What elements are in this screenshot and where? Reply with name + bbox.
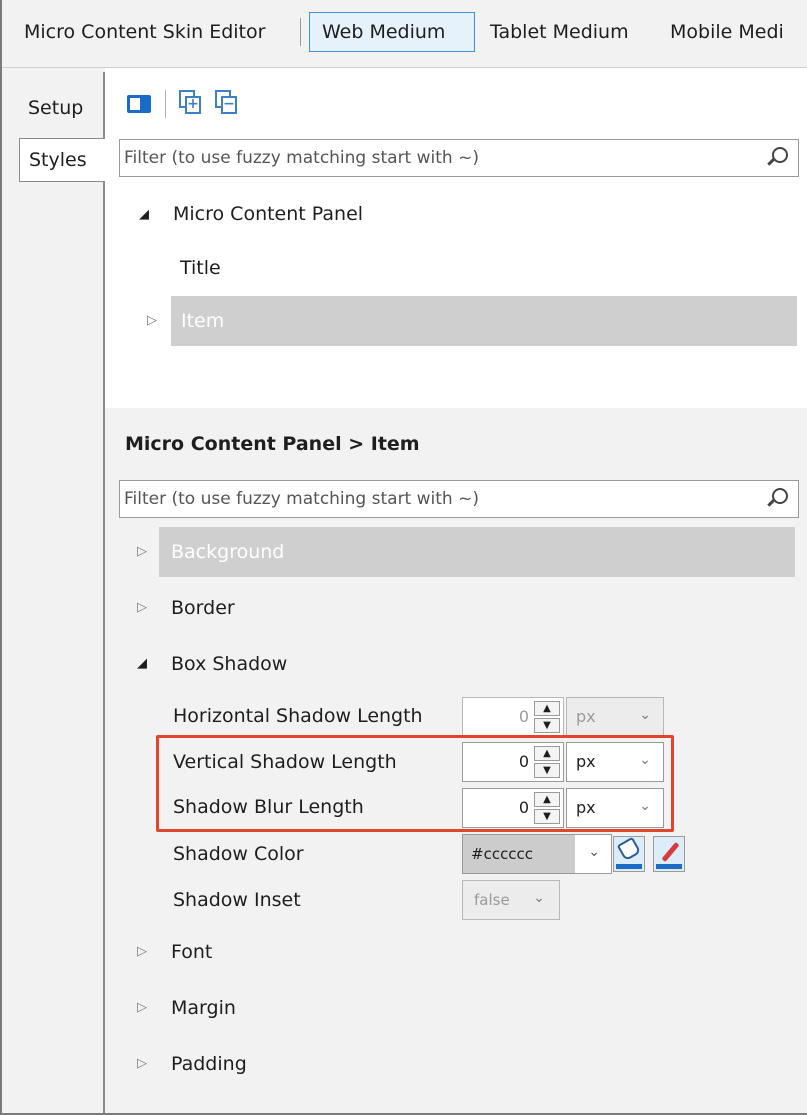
properties-filter-input[interactable] (124, 481, 744, 517)
tab-skin-editor[interactable]: Micro Content Skin Editor (24, 12, 265, 52)
tree-node-title[interactable]: Title (180, 244, 221, 292)
properties-heading: Micro Content Panel > Item (125, 433, 420, 455)
spin-up-icon[interactable]: ▲ (534, 701, 560, 716)
color-picker-button[interactable] (653, 836, 685, 872)
expand-all-icon[interactable]: + (177, 88, 205, 116)
shadow-blur-length-spinner[interactable]: ▲ ▼ (534, 792, 560, 824)
vertical-shadow-length-spinner[interactable]: ▲ ▼ (534, 746, 560, 778)
vertical-shadow-length-label: Vertical Shadow Length (173, 751, 397, 773)
chevron-down-icon: ⌄ (639, 707, 651, 723)
search-icon[interactable] (766, 488, 788, 510)
shadow-blur-length-unit-select[interactable]: px ⌄ (566, 788, 664, 828)
tab-separator (300, 18, 301, 46)
spin-down-icon[interactable]: ▼ (534, 763, 560, 778)
side-tab-setup[interactable]: Setup (19, 87, 105, 131)
shadow-inset-select[interactable]: false ⌄ (462, 880, 560, 920)
category-label: Padding (171, 1053, 247, 1075)
spin-up-icon[interactable]: ▲ (534, 746, 560, 761)
tree-node-micro-content-panel[interactable]: ◢ Micro Content Panel (129, 190, 729, 238)
tree-node-label: Item (181, 310, 225, 332)
styles-filter (119, 139, 799, 177)
fill-bucket-button[interactable] (613, 836, 645, 872)
eyedropper-icon (661, 841, 680, 863)
tab-mobile-medium[interactable]: Mobile Medi (670, 12, 784, 52)
horizontal-shadow-length-unit-select[interactable]: px ⌄ (566, 697, 664, 737)
vertical-shadow-length-unit-select[interactable]: px ⌄ (566, 742, 664, 782)
category-label: Font (171, 941, 213, 963)
collapsed-arrow-icon[interactable]: ▷ (147, 297, 157, 345)
vertical-shadow-length-input[interactable]: 0 ▲ ▼ (462, 742, 564, 782)
side-tab-area (2, 68, 107, 1113)
horizontal-shadow-length-label: Horizontal Shadow Length (173, 705, 423, 727)
category-label: Margin (171, 997, 236, 1019)
shadow-blur-length-label: Shadow Blur Length (173, 796, 364, 818)
collapsed-arrow-icon[interactable]: ▷ (137, 1040, 147, 1088)
tree-node-item[interactable]: ▷ Item (137, 297, 787, 345)
chevron-down-icon: ⌄ (639, 752, 651, 768)
spin-up-icon[interactable]: ▲ (534, 792, 560, 807)
shadow-blur-length-input[interactable]: 0 ▲ ▼ (462, 788, 564, 828)
collapsed-arrow-icon[interactable]: ▷ (137, 984, 147, 1032)
expanded-arrow-icon[interactable]: ◢ (139, 191, 149, 239)
side-tab-styles[interactable]: Styles (19, 138, 107, 182)
paint-bucket-icon (616, 836, 642, 862)
shadow-inset-label: Shadow Inset (173, 889, 301, 911)
skin-editor-window: Micro Content Skin Editor Web Medium Tab… (0, 0, 807, 1115)
shadow-color-label: Shadow Color (173, 843, 304, 865)
chevron-down-icon: ⌄ (533, 890, 545, 906)
spin-down-icon[interactable]: ▼ (534, 718, 560, 733)
shadow-color-select[interactable]: #cccccc ⌄ (462, 834, 612, 874)
chevron-down-icon: ⌄ (588, 844, 600, 860)
chevron-down-icon: ⌄ (639, 798, 651, 814)
search-icon[interactable] (766, 147, 788, 169)
horizontal-shadow-length-input[interactable]: 0 ▲ ▼ (462, 697, 564, 737)
category-label: Border (171, 597, 235, 619)
top-tab-strip: Micro Content Skin Editor Web Medium Tab… (2, 0, 807, 68)
collapsed-arrow-icon[interactable]: ▷ (137, 928, 147, 976)
styles-panel: + − ◢ Micro Content Panel Title ▷ Item M… (105, 68, 807, 1113)
styles-filter-input[interactable] (124, 140, 744, 176)
spin-down-icon[interactable]: ▼ (534, 809, 560, 824)
horizontal-shadow-length-spinner[interactable]: ▲ ▼ (534, 701, 560, 733)
panel-icon[interactable] (127, 95, 151, 113)
tree-node-label: Micro Content Panel (173, 203, 364, 225)
collapse-all-icon[interactable]: − (213, 88, 241, 116)
category-label: Background (171, 541, 285, 563)
category-label: Box Shadow (171, 653, 288, 675)
expanded-arrow-icon[interactable]: ◢ (137, 640, 147, 688)
tab-tablet-medium[interactable]: Tablet Medium (490, 12, 629, 52)
toolbar-separator (165, 90, 166, 118)
collapsed-arrow-icon[interactable]: ▷ (137, 528, 147, 576)
properties-filter (119, 480, 799, 518)
tab-web-medium[interactable]: Web Medium (309, 12, 475, 52)
collapsed-arrow-icon[interactable]: ▷ (137, 584, 147, 632)
